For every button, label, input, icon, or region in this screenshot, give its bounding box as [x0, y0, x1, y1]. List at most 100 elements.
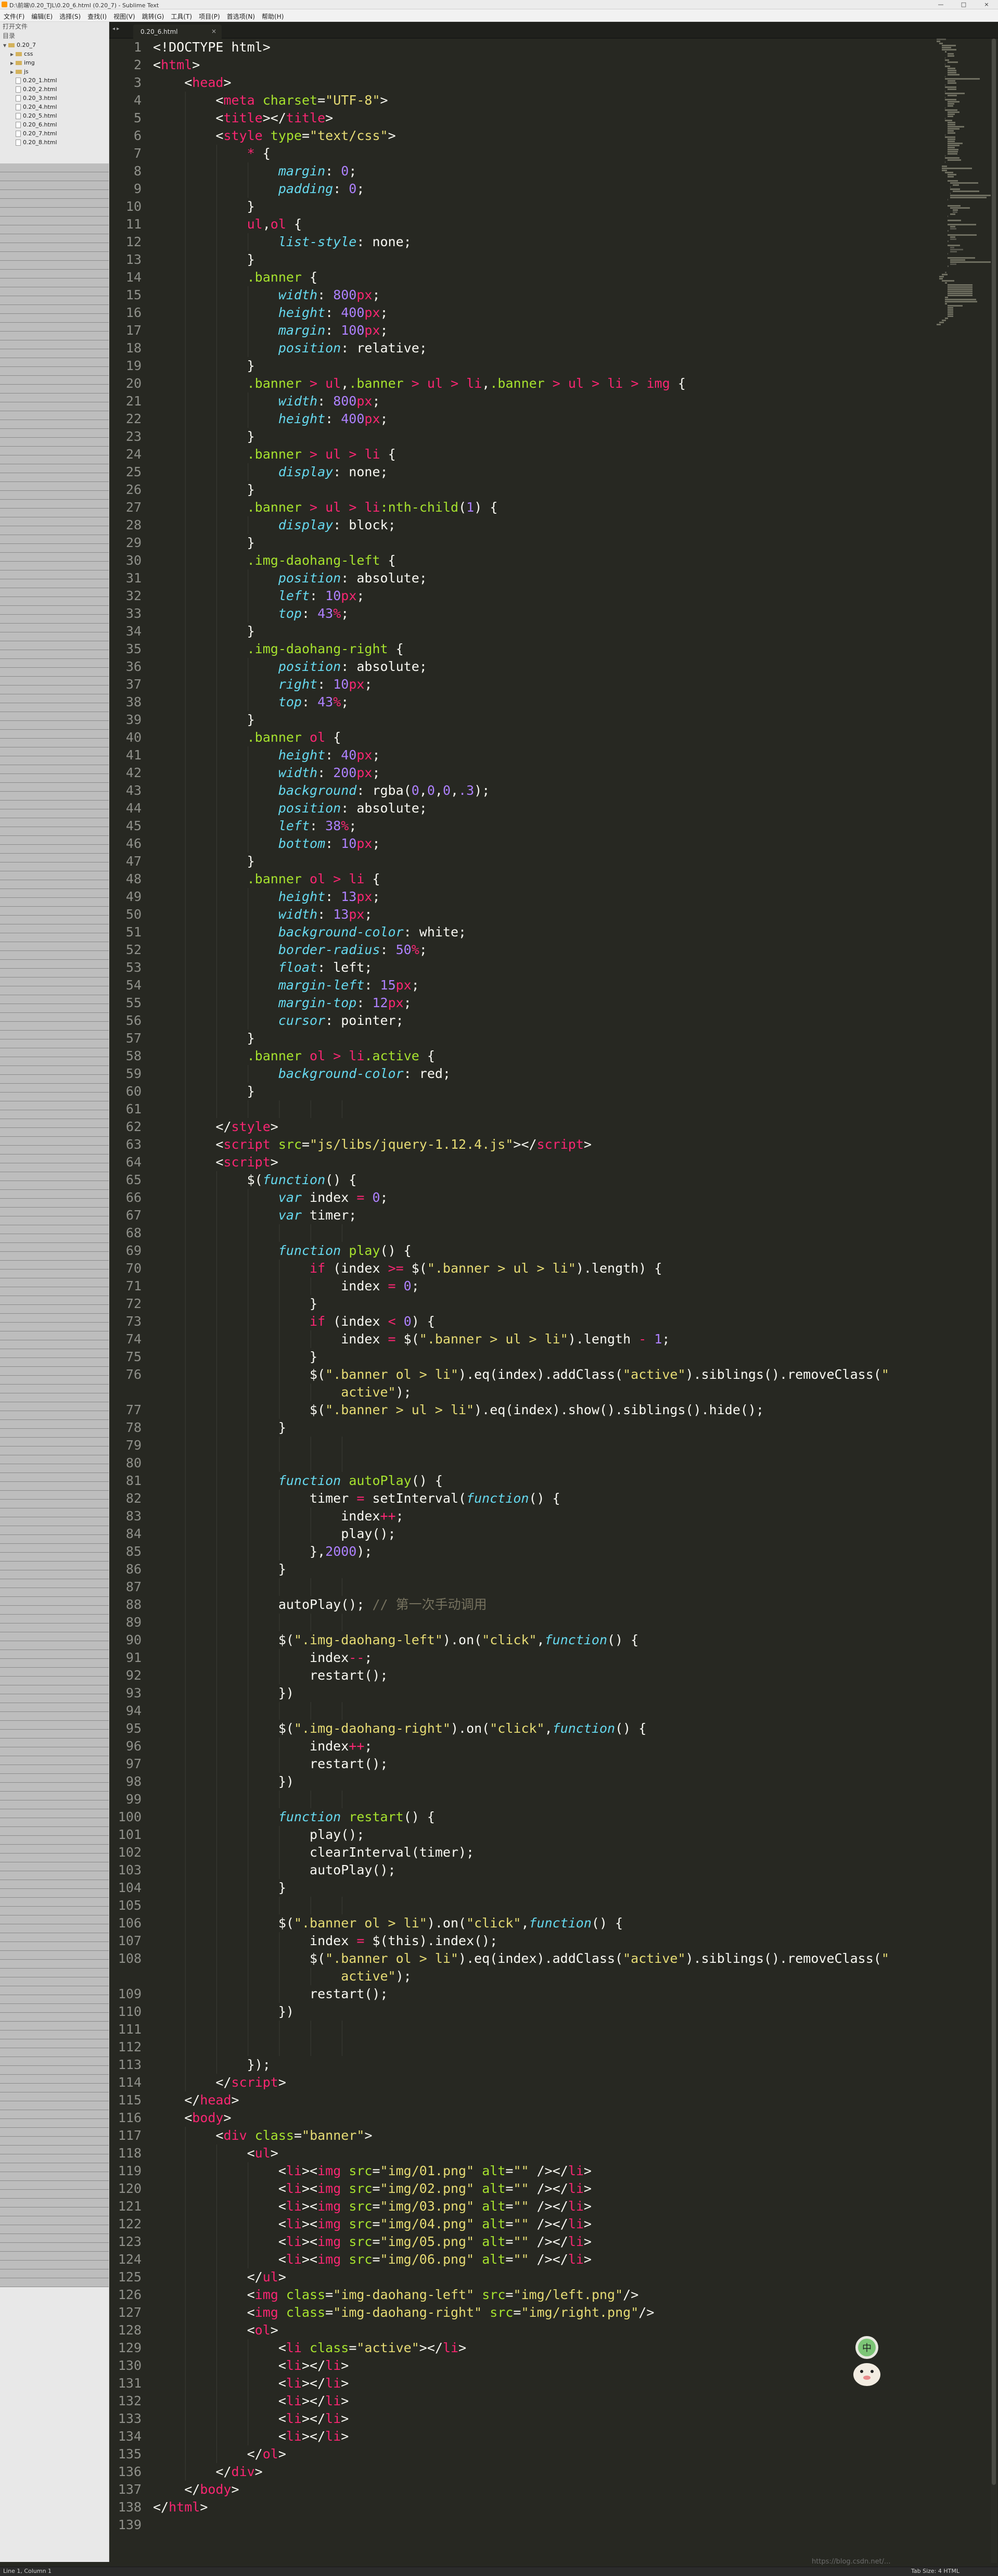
code-line[interactable]: 105 [109, 1897, 937, 1914]
code-line[interactable]: 55 margin-top: 12px; [109, 994, 937, 1012]
code-line[interactable]: 89 [109, 1614, 937, 1631]
code-line[interactable]: 4 <meta charset="UTF-8"> [109, 92, 937, 109]
code-line[interactable]: 88 autoPlay(); // 第一次手动调用 [109, 1596, 937, 1614]
code-line[interactable]: 25 display: none; [109, 463, 937, 481]
code-line[interactable]: 112 [109, 2038, 937, 2056]
code-line[interactable]: 109 restart(); [109, 1985, 937, 2003]
code-line[interactable]: 132 <li></li> [109, 2392, 937, 2410]
code-line[interactable]: 48 .banner ol > li { [109, 870, 937, 888]
code-line[interactable]: 2 <html> [109, 56, 937, 74]
minimize-button[interactable]: — [929, 0, 952, 9]
sidebar-file-list[interactable] [0, 163, 109, 2287]
code-line[interactable]: 79 [109, 1437, 937, 1454]
code-line[interactable]: 78 } [109, 1419, 937, 1437]
code-line[interactable]: 3 <head> [109, 74, 937, 92]
sidebar-file[interactable]: 0.20_8.html [0, 138, 109, 147]
code-line[interactable]: 15 width: 800px; [109, 286, 937, 304]
code-line[interactable]: 137 </body> [109, 2481, 937, 2498]
code-line[interactable]: 127 <img class="img-daohang-right" src="… [109, 2304, 937, 2321]
code-line[interactable]: 120 <li><img src="img/02.png" alt="" /><… [109, 2180, 937, 2198]
code-line[interactable]: 87 [109, 1578, 937, 1596]
code-line[interactable]: 5 <title></title> [109, 109, 937, 127]
code-line[interactable]: 117 <div class="banner"> [109, 2127, 937, 2144]
code-line[interactable]: 59 background-color: red; [109, 1065, 937, 1083]
code-line[interactable]: 95 $(".img-daohang-right").on("click",fu… [109, 1720, 937, 1737]
code-line[interactable]: 100 function restart() { [109, 1808, 937, 1826]
code-line[interactable]: 17 margin: 100px; [109, 322, 937, 339]
code-line[interactable]: 39 } [109, 711, 937, 729]
code-line[interactable]: 28 display: block; [109, 516, 937, 534]
disclosure-icon[interactable]: ▼ [3, 41, 8, 50]
code-line[interactable]: 29 } [109, 534, 937, 552]
code-line[interactable]: 103 autoPlay(); [109, 1861, 937, 1879]
sidebar-folder[interactable]: ▶ js [0, 67, 109, 76]
tab-close-icon[interactable]: × [211, 28, 216, 35]
code-line[interactable]: 121 <li><img src="img/03.png" alt="" /><… [109, 2198, 937, 2215]
code-line[interactable]: 56 cursor: pointer; [109, 1012, 937, 1030]
disclosure-icon[interactable]: ▶ [10, 59, 16, 68]
code-line[interactable]: 41 height: 40px; [109, 746, 937, 764]
close-window-button[interactable]: × [975, 0, 998, 9]
tab-active-file[interactable]: 0.20_6.html × [133, 24, 222, 39]
code-line[interactable]: 35 .img-daohang-right { [109, 640, 937, 658]
menu-item[interactable]: 编辑(E) [28, 9, 56, 21]
code-line[interactable]: 26 } [109, 481, 937, 499]
code-line[interactable]: 83 index++; [109, 1507, 937, 1525]
code-line[interactable]: 45 left: 38%; [109, 817, 937, 835]
code-line[interactable]: 128 <ol> [109, 2321, 937, 2339]
code-line[interactable]: 102 clearInterval(timer); [109, 1844, 937, 1861]
code-line[interactable]: 90 $(".img-daohang-left").on("click",fun… [109, 1631, 937, 1649]
code-line[interactable]: 33 top: 43%; [109, 605, 937, 623]
code-line[interactable]: 106 $(".banner ol > li").on("click",func… [109, 1914, 937, 1932]
menu-item[interactable]: 跳转(G) [138, 9, 168, 21]
code-line[interactable]: 86 } [109, 1560, 937, 1578]
menu-item[interactable]: 项目(P) [195, 9, 223, 21]
code-line[interactable]: 37 right: 10px; [109, 676, 937, 693]
status-syntax[interactable]: Tab Size: 4 HTML [911, 2568, 959, 2574]
code-line[interactable]: 72 } [109, 1295, 937, 1313]
code-line[interactable]: 42 width: 200px; [109, 764, 937, 782]
code-line[interactable]: 96 index++; [109, 1737, 937, 1755]
code-line[interactable]: 77 $(".banner > ul > li").eq(index).show… [109, 1401, 937, 1419]
code-line[interactable]: 20 .banner > ul,.banner > ul > li,.banne… [109, 375, 937, 392]
code-line[interactable]: 9 padding: 0; [109, 180, 937, 198]
code-line[interactable]: 134 <li></li> [109, 2428, 937, 2445]
code-line[interactable]: 22 height: 400px; [109, 410, 937, 428]
sidebar-file[interactable]: 0.20_1.html [0, 76, 109, 85]
code-line[interactable]: 50 width: 13px; [109, 906, 937, 923]
code-line[interactable]: 125 </ul> [109, 2268, 937, 2286]
code-line[interactable]: 71 index = 0; [109, 1277, 937, 1295]
code-line[interactable]: 57 } [109, 1030, 937, 1047]
code-line[interactable]: 70 if (index >= $(".banner > ul > li").l… [109, 1260, 937, 1277]
code-line[interactable]: 131 <li></li> [109, 2375, 937, 2392]
code-line[interactable]: 76 $(".banner ol > li").eq(index).addCla… [109, 1366, 937, 1384]
minimap[interactable] [937, 39, 996, 325]
code-line[interactable]: 110 }) [109, 2003, 937, 2021]
sidebar-folder[interactable]: ▶ img [0, 58, 109, 67]
code-line[interactable]: 130 <li></li> [109, 2357, 937, 2375]
sidebar-file[interactable]: 0.20_6.html [0, 120, 109, 129]
code-line[interactable]: 16 height: 400px; [109, 304, 937, 322]
menu-item[interactable]: 文件(F) [0, 9, 28, 21]
code-line[interactable]: 53 float: left; [109, 959, 937, 976]
code-line[interactable]: 104 } [109, 1879, 937, 1897]
code-line[interactable]: 114 </script> [109, 2074, 937, 2091]
code-line[interactable]: 81 function autoPlay() { [109, 1472, 937, 1490]
code-line[interactable]: 31 position: absolute; [109, 569, 937, 587]
scrollbar-thumb[interactable] [992, 39, 996, 2485]
menu-item[interactable]: 帮助(H) [258, 9, 287, 21]
code-line[interactable]: 126 <img class="img-daohang-left" src="i… [109, 2286, 937, 2304]
code-line[interactable]: 51 background-color: white; [109, 923, 937, 941]
sidebar-file[interactable]: 0.20_7.html [0, 129, 109, 138]
code-line[interactable]: 108 $(".banner ol > li").eq(index).addCl… [109, 1950, 937, 1968]
code-line[interactable]: 122 <li><img src="img/04.png" alt="" /><… [109, 2215, 937, 2233]
disclosure-icon[interactable]: ▶ [10, 50, 16, 59]
code-line[interactable]: 34 } [109, 623, 937, 640]
code-line[interactable]: 6 <style type="text/css"> [109, 127, 937, 145]
code-line[interactable]: 133 <li></li> [109, 2410, 937, 2428]
code-line[interactable]: 46 bottom: 10px; [109, 835, 937, 853]
code-line[interactable]: 18 position: relative; [109, 339, 937, 357]
code-line[interactable]: 24 .banner > ul > li { [109, 446, 937, 463]
code-line[interactable]: 113 }); [109, 2056, 937, 2074]
code-line[interactable]: 80 [109, 1454, 937, 1472]
